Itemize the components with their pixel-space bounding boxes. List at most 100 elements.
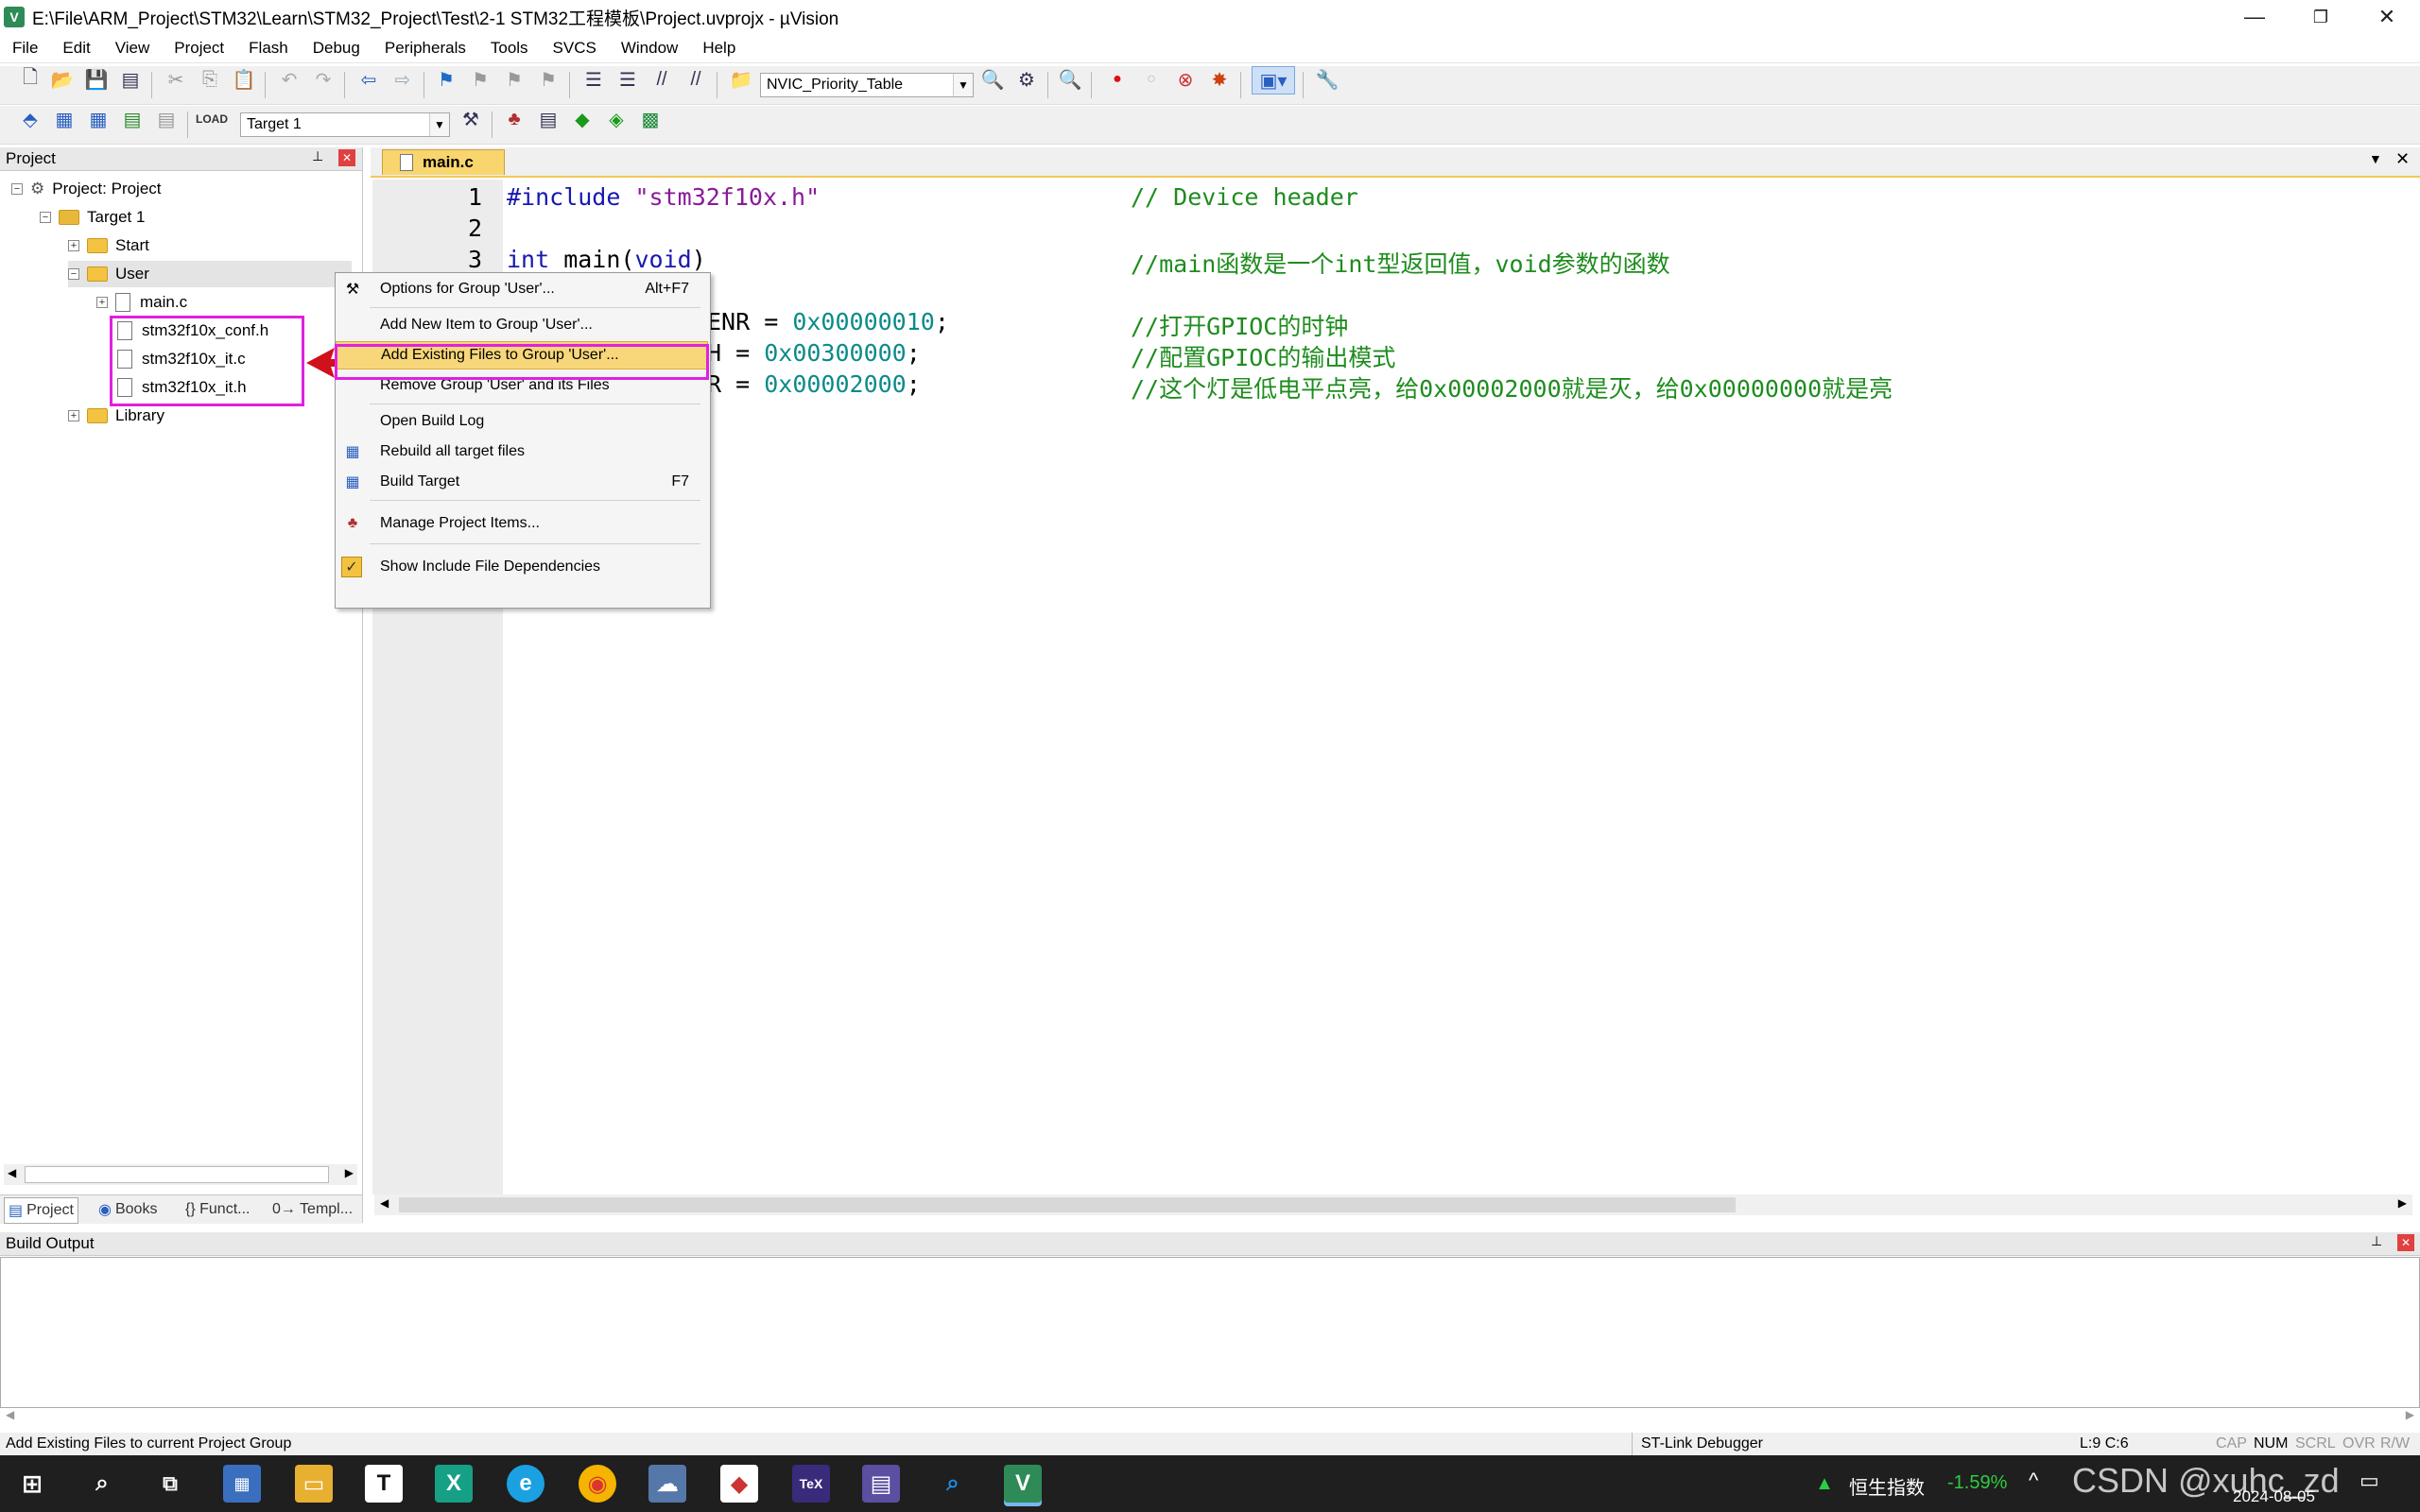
translate-icon[interactable]: ⬘ (17, 106, 43, 132)
app-icon[interactable]: ☁ (648, 1465, 686, 1503)
menu-item-rebuild-all[interactable]: ▦ Rebuild all target files (336, 438, 708, 466)
collapse-icon[interactable]: − (68, 268, 79, 280)
menu-item-show-include-deps[interactable]: ✓ Show Include File Dependencies (336, 553, 708, 581)
chevron-down-icon[interactable]: ▼ (429, 113, 449, 136)
calculator-icon[interactable]: ▦ (223, 1465, 261, 1503)
indent-icon[interactable]: ☰ (580, 66, 607, 93)
window-layout-icon[interactable]: ▣▾ (1252, 66, 1295, 94)
uvision-taskbar-icon[interactable]: V (1004, 1465, 1042, 1503)
menu-peripherals[interactable]: Peripherals (372, 39, 478, 58)
insert-breakpoint-icon[interactable]: ● (1104, 66, 1131, 93)
close-icon[interactable]: ✕ (2397, 1234, 2414, 1251)
close-button[interactable]: ✕ (2354, 0, 2420, 34)
tree-group-start[interactable]: + Start (68, 232, 149, 259)
manage-rte-icon[interactable]: ◆ (569, 106, 596, 132)
pack-installer-icon[interactable]: ◈ (603, 106, 630, 132)
batch-build-icon[interactable]: ▤ (119, 106, 146, 132)
undo-icon[interactable]: ↶ (276, 66, 302, 93)
tree-group-user[interactable]: − User (68, 261, 352, 287)
new-file-icon[interactable]: 🗋 (17, 66, 43, 93)
menu-edit[interactable]: Edit (50, 39, 102, 58)
multi-project-icon[interactable]: ▩ (637, 106, 664, 132)
scroll-thumb[interactable] (399, 1197, 1736, 1212)
prev-bookmark-icon[interactable]: ⚑ (467, 66, 493, 93)
bookmark-icon[interactable]: ⚑ (433, 66, 459, 93)
expand-icon[interactable]: + (68, 240, 79, 251)
scroll-left-icon[interactable]: ◀ (380, 1196, 389, 1210)
tree-target[interactable]: − Target 1 (40, 204, 145, 231)
scroll-left-icon[interactable]: ◀ (6, 1408, 14, 1421)
tree-file-main[interactable]: + main.c (96, 289, 187, 316)
everything-search-icon[interactable]: ⌕ (934, 1465, 972, 1503)
scroll-left-icon[interactable]: ◀ (8, 1166, 16, 1179)
menu-view[interactable]: View (103, 39, 163, 58)
build-output-text[interactable] (0, 1257, 2420, 1408)
enable-breakpoint-icon[interactable]: ○ (1138, 66, 1165, 93)
rebuild-icon[interactable]: ▦ (85, 106, 112, 132)
disable-breakpoints-icon[interactable]: ⊗ (1172, 66, 1199, 93)
tree-project-root[interactable]: − ⚙ Project: Project (11, 176, 162, 202)
navigate-forward-icon[interactable]: ⇨ (389, 66, 416, 93)
find-icon[interactable]: 🔍 (979, 66, 1006, 93)
xmind-icon[interactable]: X (435, 1465, 473, 1503)
download-icon[interactable]: LOAD (196, 106, 228, 132)
menu-project[interactable]: Project (162, 39, 236, 58)
tab-functions[interactable]: {} Funct... (182, 1197, 253, 1222)
manage-project-items-icon[interactable]: ♣ (501, 106, 527, 132)
redo-icon[interactable]: ↷ (310, 66, 337, 93)
menu-item-open-build-log[interactable]: Open Build Log (336, 407, 708, 436)
menu-window[interactable]: Window (609, 39, 690, 58)
pin-icon[interactable]: ⊥ (312, 148, 323, 164)
next-bookmark-icon[interactable]: ⚑ (501, 66, 527, 93)
tab-books[interactable]: ◉ Books (95, 1197, 161, 1222)
chevron-down-icon[interactable]: ▼ (953, 74, 973, 96)
menu-debug[interactable]: Debug (301, 39, 372, 58)
menu-item-options-for-group[interactable]: ⚒ Options for Group 'User'... Alt+F7 (336, 275, 708, 303)
comment-icon[interactable]: // (648, 66, 675, 93)
open-folder-icon[interactable]: 📂 (49, 66, 76, 93)
menu-item-add-new-item[interactable]: Add New Item to Group 'User'... (336, 311, 708, 339)
target-options-icon[interactable]: ⚒ (458, 106, 484, 132)
close-tab-icon[interactable]: ✕ (2395, 149, 2410, 169)
tab-list-icon[interactable]: ▼ (2369, 151, 2382, 166)
uncomment-icon[interactable]: // (683, 66, 709, 93)
typora-icon[interactable]: T (365, 1465, 403, 1503)
scroll-thumb[interactable] (25, 1166, 329, 1183)
pin-icon[interactable]: ⊥ (2371, 1233, 2382, 1249)
scroll-right-icon[interactable]: ▶ (2398, 1196, 2407, 1210)
cut-icon[interactable]: ✂ (163, 66, 189, 93)
configure-icon[interactable]: 🔧 (1314, 66, 1340, 93)
stock-chart-icon[interactable]: ▲ (1806, 1465, 1843, 1503)
app-icon[interactable]: ◆ (720, 1465, 758, 1503)
navigate-back-icon[interactable]: ⇦ (355, 66, 382, 93)
collapse-icon[interactable]: − (11, 183, 23, 195)
menu-file[interactable]: File (0, 39, 50, 58)
save-icon[interactable]: 💾 (83, 66, 110, 93)
menu-item-build-target[interactable]: ▦ Build Target F7 (336, 468, 708, 496)
notification-icon[interactable]: ▭ (2360, 1469, 2379, 1493)
paste-icon[interactable]: 📋 (231, 66, 257, 93)
copy-icon[interactable]: ⎘ (197, 66, 223, 93)
minimize-button[interactable]: — (2221, 0, 2288, 34)
collapse-icon[interactable]: − (40, 212, 51, 223)
save-all-icon[interactable]: ▤ (117, 66, 144, 93)
expand-icon[interactable]: + (68, 410, 79, 421)
clear-bookmarks-icon[interactable]: ⚑ (535, 66, 562, 93)
menu-item-manage-project-items[interactable]: ♣ Manage Project Items... (336, 509, 708, 538)
close-icon[interactable]: ✕ (338, 149, 355, 166)
tex-icon[interactable]: TeX (792, 1465, 830, 1503)
menu-flash[interactable]: Flash (236, 39, 301, 58)
target-combo[interactable]: Target 1 ▼ (240, 112, 450, 137)
tab-main-c[interactable]: main.c (382, 149, 505, 175)
scroll-right-icon[interactable]: ▶ (2406, 1408, 2414, 1421)
file-explorer-icon[interactable]: ▭ (295, 1465, 333, 1503)
unindent-icon[interactable]: ☰ (614, 66, 641, 93)
restore-button[interactable]: ❐ (2288, 0, 2354, 34)
start-icon[interactable]: ⊞ (13, 1465, 51, 1503)
menu-svcs[interactable]: SVCS (541, 39, 609, 58)
find-in-files-icon[interactable]: 📁 (728, 66, 754, 93)
select-packs-icon[interactable]: ▤ (535, 106, 562, 132)
tree-group-library[interactable]: + Library (68, 403, 164, 429)
stop-build-icon[interactable]: ▤ (153, 106, 180, 132)
expand-icon[interactable]: + (96, 297, 108, 308)
